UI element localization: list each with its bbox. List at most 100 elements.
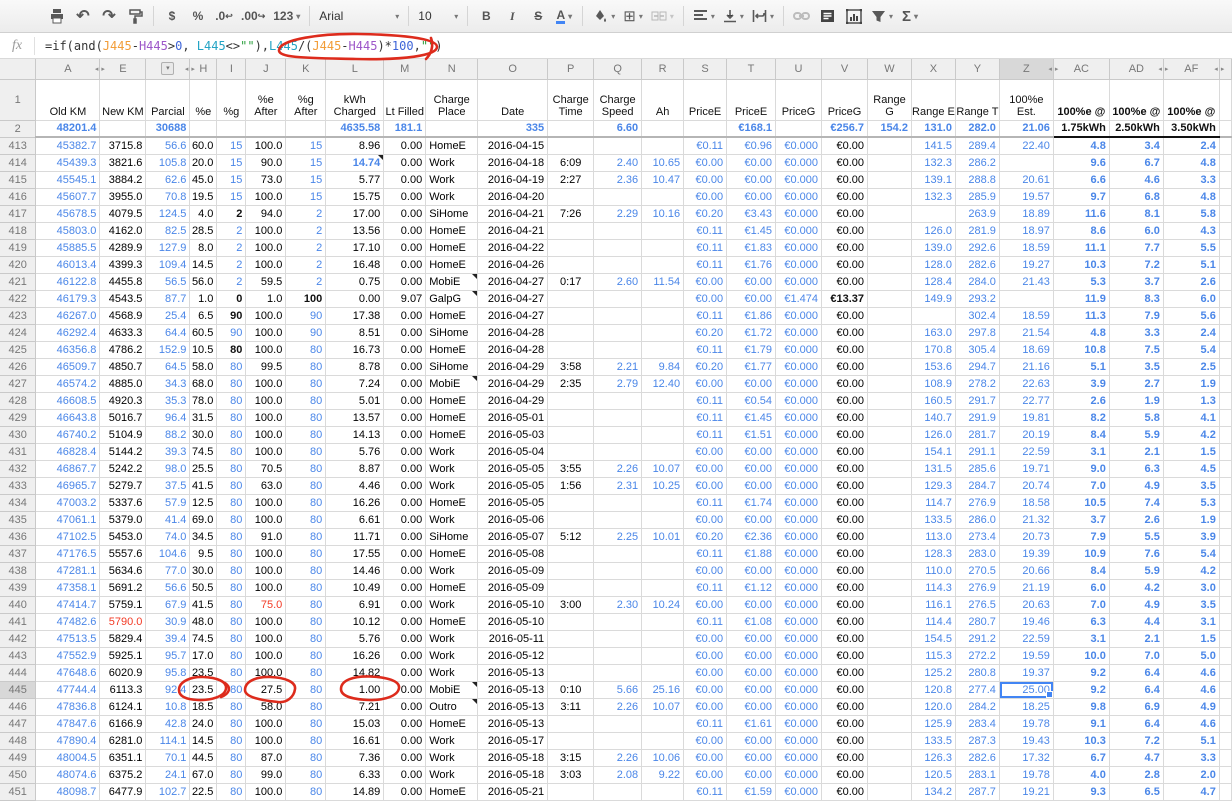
cell[interactable]: 100.0	[246, 324, 286, 341]
cell[interactable]: 6.3	[1109, 460, 1163, 477]
cell[interactable]: 80	[286, 562, 326, 579]
cell[interactable]: 2.1	[1109, 443, 1163, 460]
cell[interactable]: €0.54	[727, 392, 776, 409]
cell[interactable]: 34.5	[190, 528, 217, 545]
hidden-columns-icon[interactable]: ▸	[191, 65, 195, 73]
cell[interactable]: 160.5	[911, 392, 955, 409]
cell[interactable]: 4.0	[1053, 766, 1109, 783]
cell[interactable]: 4.6	[1163, 681, 1219, 698]
cell[interactable]	[868, 596, 912, 613]
cell[interactable]: 4.8	[1053, 324, 1109, 341]
cell[interactable]: 100.0	[246, 715, 286, 732]
cell[interactable]: 2016-05-13	[478, 698, 548, 715]
cell[interactable]: 100.0	[246, 664, 286, 681]
cell[interactable]: 2.4	[1163, 324, 1219, 341]
cell[interactable]: 5242.2	[100, 460, 146, 477]
cell[interactable]: Work	[426, 749, 478, 766]
cell[interactable]: HomeE	[426, 613, 478, 630]
totals-cell[interactable]: 1.75kWh	[1053, 120, 1109, 137]
cell[interactable]	[642, 137, 684, 154]
header-cell[interactable]: PriceE	[727, 79, 776, 120]
cell[interactable]: 80	[286, 647, 326, 664]
cell[interactable]	[548, 715, 594, 732]
cell[interactable]: 80	[217, 579, 246, 596]
cell[interactable]: 2016-05-04	[478, 443, 548, 460]
cell[interactable]: €1.45	[727, 409, 776, 426]
cell[interactable]: 80	[217, 477, 246, 494]
cell[interactable]: 0.00	[384, 494, 426, 511]
cell[interactable]: 0:10	[548, 681, 594, 698]
cell[interactable]: €0.000	[776, 596, 822, 613]
cell[interactable]	[642, 188, 684, 205]
cell[interactable]: 47102.5	[36, 528, 100, 545]
cell[interactable]: 47281.1	[36, 562, 100, 579]
cell[interactable]: 63.0	[246, 477, 286, 494]
cell[interactable]: 10.47	[642, 171, 684, 188]
row-header[interactable]: 421	[0, 273, 36, 290]
cell[interactable]: 21.16	[999, 358, 1053, 375]
cell[interactable]: 287.3	[955, 732, 999, 749]
sheet-grid[interactable]: A◂E▸▾◂H▸IJKLMNOPQRSTUVWXYZ◂AC▸AD◂AF▸◂▸1O…	[0, 59, 1232, 803]
cell[interactable]	[594, 239, 642, 256]
cell[interactable]: 30.0	[190, 426, 217, 443]
cell[interactable]	[868, 324, 912, 341]
cell[interactable]: SiHome	[426, 324, 478, 341]
cell[interactable]: €0.11	[684, 409, 727, 426]
cell[interactable]: 90	[217, 307, 246, 324]
cell[interactable]	[548, 392, 594, 409]
cell[interactable]: 2016-04-28	[478, 341, 548, 358]
percent-button[interactable]: %	[186, 4, 210, 28]
cell[interactable]: €0.00	[684, 460, 727, 477]
cell[interactable]: 48074.6	[36, 766, 100, 783]
cell[interactable]: 44.5	[190, 749, 217, 766]
cell[interactable]	[868, 188, 912, 205]
cell[interactable]: 3:55	[548, 460, 594, 477]
cell[interactable]: 120.5	[911, 766, 955, 783]
cell[interactable]: 96.4	[146, 409, 190, 426]
cell[interactable]: 3.3	[1163, 749, 1219, 766]
cell[interactable]	[868, 749, 912, 766]
cell[interactable]: €0.00	[822, 392, 868, 409]
cell[interactable]: 5104.9	[100, 426, 146, 443]
cell[interactable]: €0.000	[776, 528, 822, 545]
cell[interactable]: 114.3	[911, 579, 955, 596]
cell[interactable]: 2016-04-21	[478, 205, 548, 222]
cell[interactable]: 17.38	[326, 307, 384, 324]
cell[interactable]: 2016-04-29	[478, 358, 548, 375]
cell[interactable]: €1.08	[727, 613, 776, 630]
cell[interactable]: 273.4	[955, 528, 999, 545]
cell[interactable]: 90	[286, 324, 326, 341]
cell[interactable]: 10.07	[642, 698, 684, 715]
cell[interactable]: HomeE	[426, 137, 478, 154]
cell[interactable]	[642, 256, 684, 273]
cell[interactable]: 57.9	[146, 494, 190, 511]
cell[interactable]: 153.6	[911, 358, 955, 375]
cell[interactable]: 4.6	[1163, 715, 1219, 732]
cell[interactable]: 10.49	[326, 579, 384, 596]
row-header[interactable]: 444	[0, 664, 36, 681]
fill-color-button[interactable]: ▾	[589, 4, 618, 28]
cell[interactable]: 0.00	[384, 477, 426, 494]
cell[interactable]: 2016-05-18	[478, 749, 548, 766]
cell[interactable]	[642, 324, 684, 341]
cell[interactable]: 20.74	[999, 477, 1053, 494]
cell[interactable]: 2016-05-13	[478, 664, 548, 681]
cell[interactable]: €0.000	[776, 205, 822, 222]
cell[interactable]: 291.7	[955, 392, 999, 409]
cell[interactable]: 278.2	[955, 375, 999, 392]
cell[interactable]	[642, 732, 684, 749]
cell[interactable]: 2.26	[594, 749, 642, 766]
cell[interactable]	[868, 715, 912, 732]
cell[interactable]: 12.40	[642, 375, 684, 392]
cell[interactable]: 10.9	[1053, 545, 1109, 562]
cell[interactable]: 272.2	[955, 647, 999, 664]
cell[interactable]	[642, 545, 684, 562]
cell[interactable]: 9.2	[1053, 664, 1109, 681]
hidden-columns-icon[interactable]: ◂	[95, 65, 99, 73]
cell[interactable]: 45439.3	[36, 154, 100, 171]
vertical-align-button[interactable]: ▾	[720, 4, 747, 28]
header-cell[interactable]: Range T	[955, 79, 999, 120]
cell[interactable]: 4399.3	[100, 256, 146, 273]
cell[interactable]: 127.9	[146, 239, 190, 256]
cell[interactable]: 132.3	[911, 188, 955, 205]
